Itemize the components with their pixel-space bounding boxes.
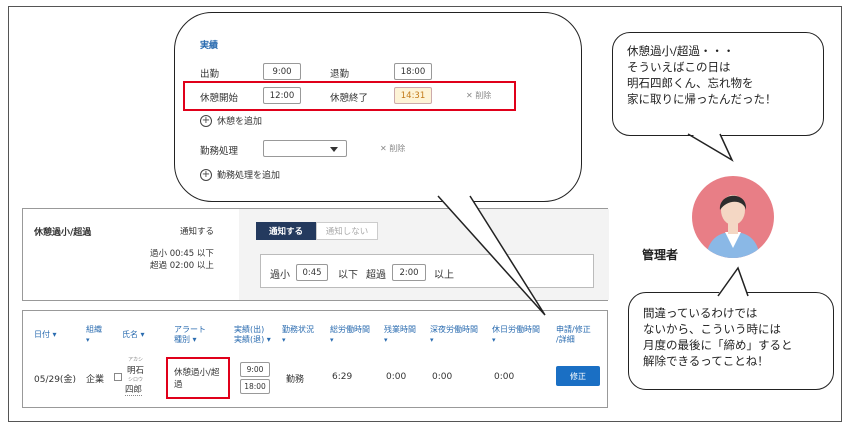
zoom-bubble — [174, 12, 582, 202]
